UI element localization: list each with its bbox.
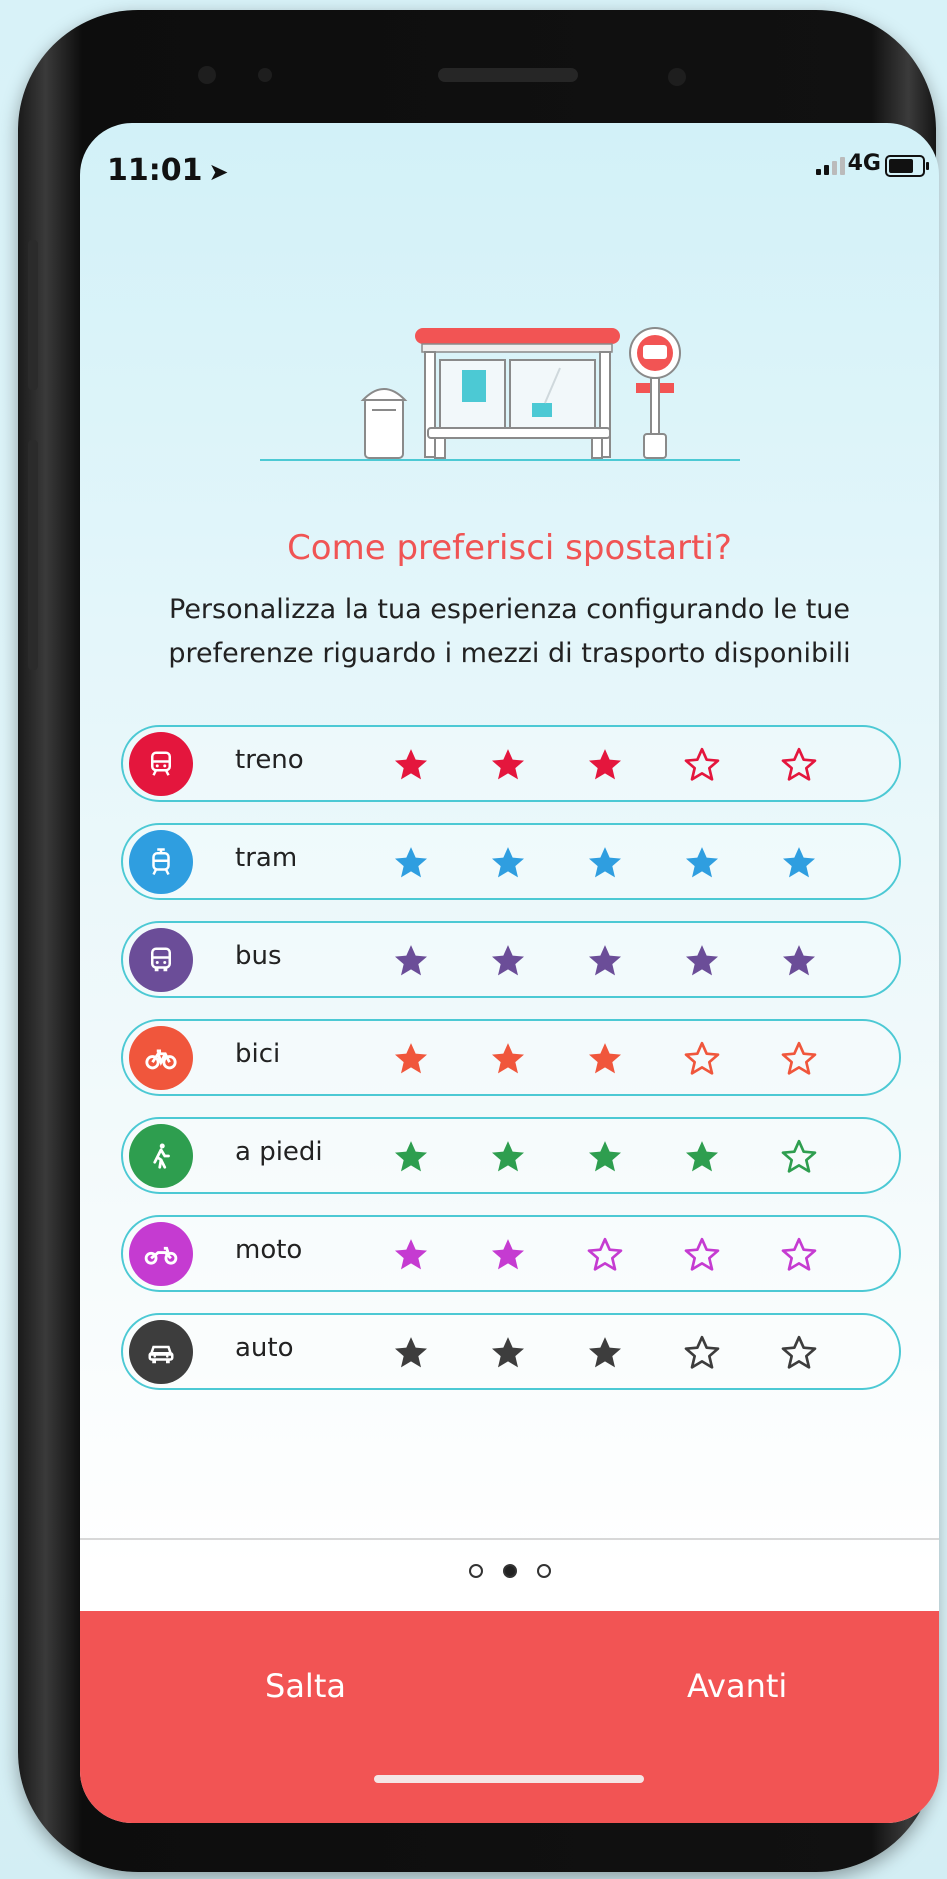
transport-label: tram: [235, 843, 298, 873]
star-outline-icon[interactable]: [682, 1329, 779, 1377]
onboarding-title: Come preferisci spostarti?: [287, 528, 732, 568]
transport-row: a piedi: [121, 1117, 901, 1194]
transport-preferences-list: treno tram bus bici a piedi moto auto: [121, 725, 901, 1411]
star-filled-icon[interactable]: [391, 1035, 488, 1083]
star-filled-icon[interactable]: [682, 937, 779, 985]
power-button: [28, 440, 38, 670]
transport-label: bici: [235, 1039, 281, 1069]
train-icon: [129, 732, 193, 796]
status-bar: 11:01 ➤ 4G: [80, 123, 939, 188]
transport-row: tram: [121, 823, 901, 900]
motorcycle-icon: [129, 1222, 193, 1286]
bus-icon: [129, 928, 193, 992]
page-dot-active[interactable]: [502, 1564, 517, 1578]
star-filled-icon[interactable]: [585, 937, 682, 985]
tram-icon: [129, 830, 193, 894]
star-rating: [391, 741, 876, 789]
next-button[interactable]: Avanti: [687, 1667, 787, 1705]
phone-frame: 11:01 ➤ 4G Come preferisci spostarti? Pe…: [18, 10, 939, 1872]
star-filled-icon[interactable]: [391, 741, 488, 789]
front-camera: [198, 66, 216, 84]
transport-label: auto: [235, 1333, 294, 1363]
page-dot[interactable]: [536, 1564, 551, 1578]
star-rating: [391, 1329, 876, 1377]
transport-row: moto: [121, 1215, 901, 1292]
star-outline-icon[interactable]: [682, 741, 779, 789]
star-outline-icon[interactable]: [779, 1329, 876, 1377]
transport-label: treno: [235, 745, 304, 775]
star-filled-icon[interactable]: [585, 1133, 682, 1181]
star-rating: [391, 937, 876, 985]
transport-label: bus: [235, 941, 282, 971]
star-filled-icon[interactable]: [488, 1133, 585, 1181]
network-type: 4G: [847, 151, 881, 176]
star-outline-icon[interactable]: [779, 1133, 876, 1181]
location-arrow-icon: ➤: [208, 158, 229, 186]
onboarding-subtitle: Personalizza la tua esperienza configura…: [80, 588, 939, 676]
star-filled-icon[interactable]: [391, 1133, 488, 1181]
star-filled-icon[interactable]: [682, 839, 779, 887]
transport-row: treno: [121, 725, 901, 802]
star-filled-icon[interactable]: [488, 741, 585, 789]
walking-icon: [129, 1124, 193, 1188]
star-outline-icon[interactable]: [585, 1231, 682, 1279]
star-filled-icon[interactable]: [391, 1329, 488, 1377]
footer-bar: Salta Avanti: [80, 1611, 939, 1823]
earpiece-speaker: [438, 68, 578, 82]
star-filled-icon[interactable]: [779, 937, 876, 985]
subtitle-line-2: preferenze riguardo i mezzi di trasporto…: [168, 638, 851, 669]
star-filled-icon[interactable]: [488, 1329, 585, 1377]
star-filled-icon[interactable]: [585, 839, 682, 887]
home-indicator[interactable]: [374, 1775, 644, 1783]
bicycle-icon: [129, 1026, 193, 1090]
star-rating: [391, 1231, 876, 1279]
star-outline-icon[interactable]: [779, 741, 876, 789]
star-filled-icon[interactable]: [488, 937, 585, 985]
car-icon: [129, 1320, 193, 1384]
footer-divider: [80, 1538, 939, 1540]
star-filled-icon[interactable]: [779, 839, 876, 887]
page-dot[interactable]: [468, 1564, 483, 1578]
bus-stop-illustration: [260, 327, 740, 461]
star-rating: [391, 1035, 876, 1083]
skip-button[interactable]: Salta: [265, 1667, 346, 1705]
star-filled-icon[interactable]: [488, 1035, 585, 1083]
star-outline-icon[interactable]: [779, 1231, 876, 1279]
star-filled-icon[interactable]: [391, 937, 488, 985]
proximity-sensor: [668, 68, 686, 86]
status-time: 11:01 ➤: [107, 153, 229, 188]
star-filled-icon[interactable]: [682, 1133, 779, 1181]
star-filled-icon[interactable]: [585, 1035, 682, 1083]
battery-icon: [885, 155, 929, 177]
star-outline-icon[interactable]: [682, 1035, 779, 1083]
star-outline-icon[interactable]: [682, 1231, 779, 1279]
subtitle-line-1: Personalizza la tua esperienza configura…: [169, 594, 850, 625]
star-outline-icon[interactable]: [779, 1035, 876, 1083]
signal-strength-icon: [816, 157, 845, 175]
star-filled-icon[interactable]: [585, 1329, 682, 1377]
transport-row: bici: [121, 1019, 901, 1096]
transport-label: moto: [235, 1235, 303, 1265]
star-filled-icon[interactable]: [391, 839, 488, 887]
transport-row: auto: [121, 1313, 901, 1390]
star-filled-icon[interactable]: [488, 1231, 585, 1279]
volume-button: [28, 240, 38, 390]
star-filled-icon[interactable]: [391, 1231, 488, 1279]
page-indicator: [80, 1564, 939, 1578]
star-rating: [391, 1133, 876, 1181]
transport-label: a piedi: [235, 1137, 323, 1167]
app-screen: 11:01 ➤ 4G Come preferisci spostarti? Pe…: [80, 123, 939, 1823]
transport-row: bus: [121, 921, 901, 998]
sensor: [258, 68, 272, 82]
star-filled-icon[interactable]: [488, 839, 585, 887]
star-rating: [391, 839, 876, 887]
star-filled-icon[interactable]: [585, 741, 682, 789]
time-text: 11:01: [107, 153, 203, 188]
